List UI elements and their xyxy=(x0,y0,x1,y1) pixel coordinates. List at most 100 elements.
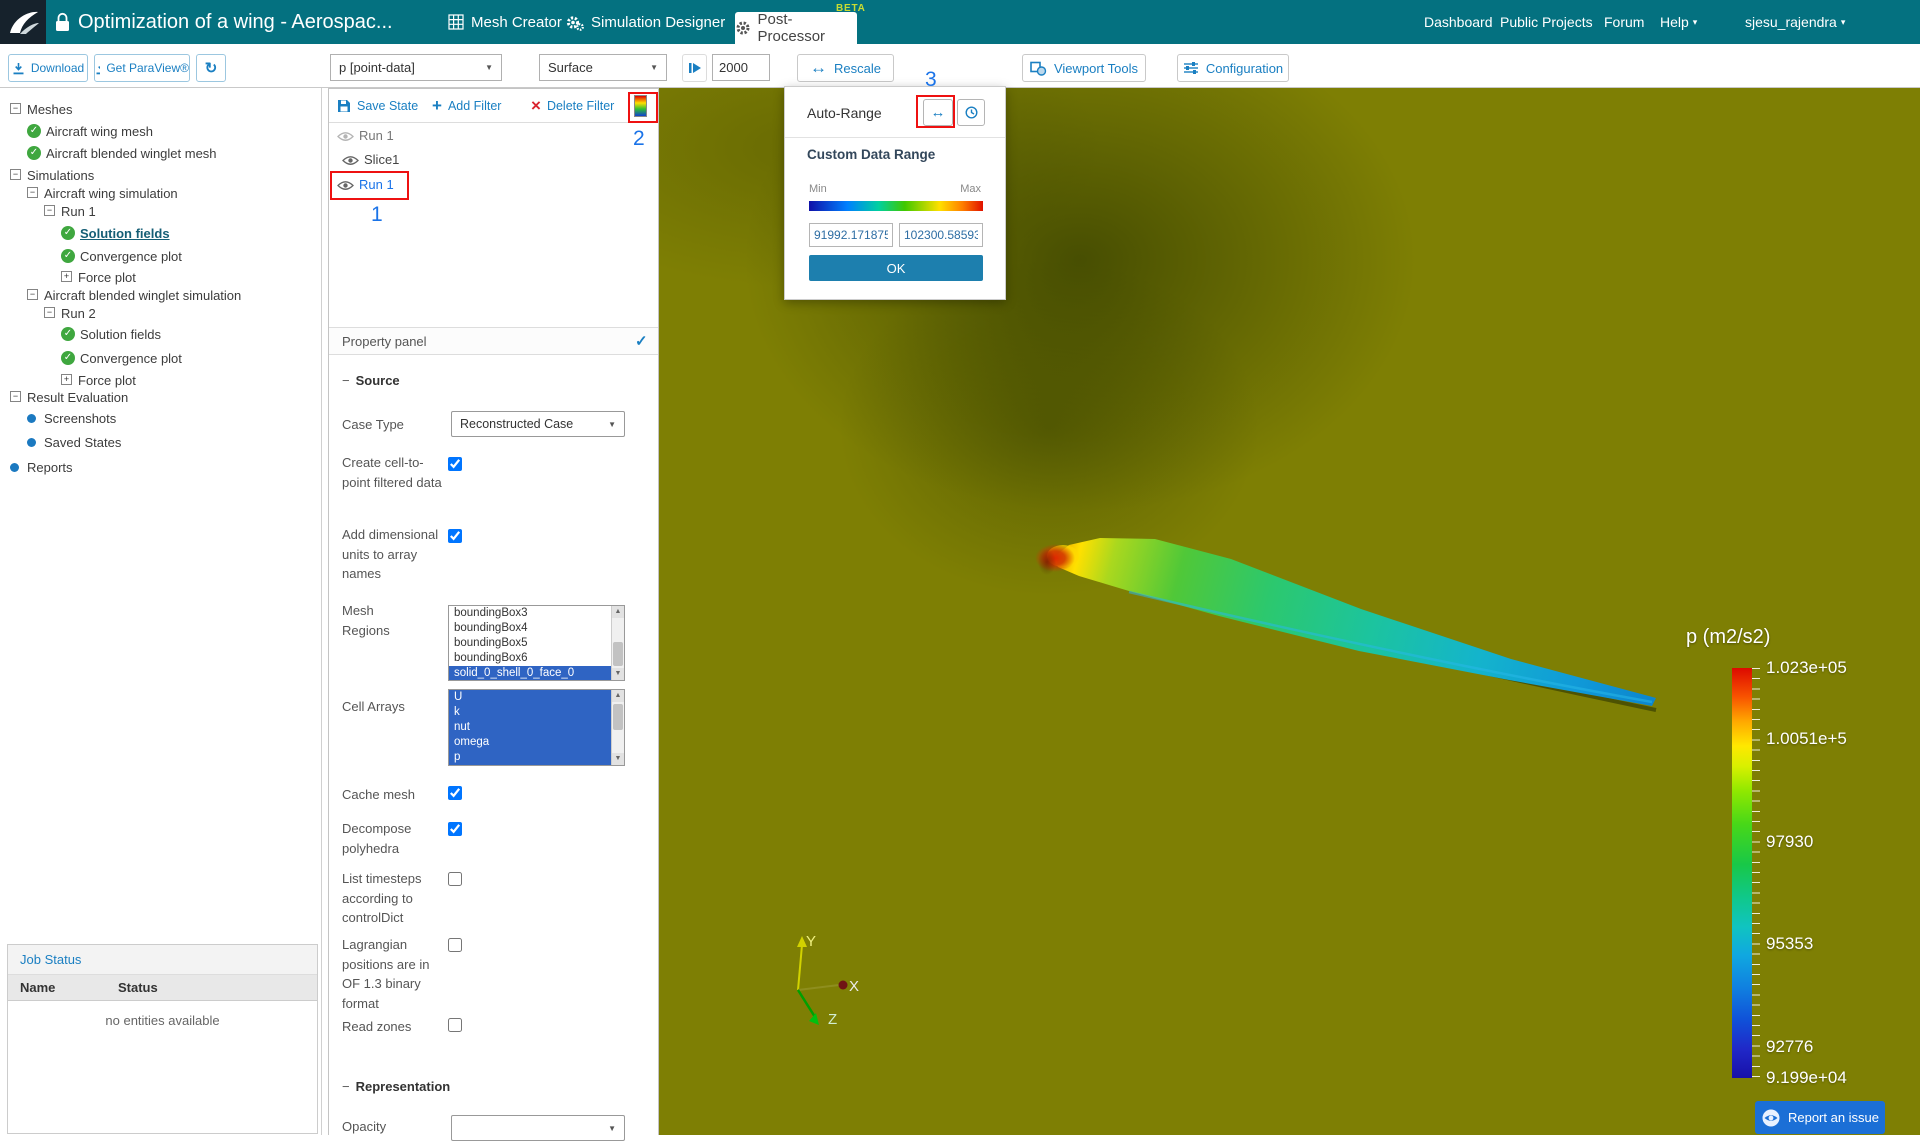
pipeline-item-label[interactable]: Run 1 xyxy=(359,177,394,192)
scroll-down-icon[interactable]: ▼ xyxy=(612,753,624,765)
list-item-selected[interactable]: p xyxy=(449,750,624,765)
nav-dashboard[interactable]: Dashboard xyxy=(1424,0,1493,44)
list-item-selected[interactable]: solid_0_shell_0_face_0 xyxy=(449,666,624,680)
sidebar-item-result-evaluation[interactable]: Result Evaluation xyxy=(27,390,128,405)
sidebar-item-saved-states[interactable]: Saved States xyxy=(44,435,121,450)
sidebar-item-meshes[interactable]: Meshes xyxy=(27,102,73,117)
app-logo[interactable] xyxy=(0,0,46,44)
mesh-regions-listbox[interactable]: boundingBox3 boundingBox4 boundingBox5 b… xyxy=(448,605,625,681)
sidebar-item-force-plot[interactable]: Force plot xyxy=(78,270,136,285)
pipeline-item-slice1[interactable]: Slice1 xyxy=(329,149,658,171)
scroll-thumb[interactable] xyxy=(613,642,623,666)
sidebar-item-run-1[interactable]: Run 1 xyxy=(61,204,96,219)
add-filter-button[interactable]: + Add Filter xyxy=(432,89,501,123)
legend-colorbar[interactable] xyxy=(1732,668,1752,1078)
delete-filter-button[interactable]: × Delete Filter xyxy=(531,89,614,123)
scroll-up-icon[interactable]: ▲ xyxy=(612,606,624,618)
collapse-icon[interactable]: − xyxy=(27,187,38,198)
case-type-select[interactable]: Reconstructed Case ▼ xyxy=(451,411,625,437)
nav-public-projects[interactable]: Public Projects xyxy=(1500,0,1593,44)
sidebar-item-solution-fields-2[interactable]: Solution fields xyxy=(80,327,161,342)
tab-simulation-designer[interactable]: Simulation Designer xyxy=(566,0,725,44)
sidebar-item-run-2[interactable]: Run 2 xyxy=(61,306,96,321)
collapse-icon[interactable]: − xyxy=(44,307,55,318)
frame-input[interactable] xyxy=(712,54,770,81)
pipeline-item-label[interactable]: Run 1 xyxy=(359,128,394,143)
list-item-selected[interactable]: omega xyxy=(449,735,624,750)
pipeline-item-label[interactable]: Slice1 xyxy=(364,152,399,167)
auto-range-button[interactable]: ↔ xyxy=(923,99,953,126)
scroll-up-icon[interactable]: ▲ xyxy=(612,690,624,702)
list-item-selected[interactable]: k xyxy=(449,705,624,720)
sidebar-item-aircraft-wing-mesh[interactable]: Aircraft wing mesh xyxy=(46,124,153,139)
colormap-editor-button[interactable] xyxy=(634,95,647,117)
divider xyxy=(785,137,1005,138)
scrollbar[interactable]: ▲ ▼ xyxy=(611,606,624,680)
get-paraview-button[interactable]: Get ParaView® xyxy=(94,54,190,82)
section-source-label: Source xyxy=(355,373,400,388)
representation-select[interactable]: Surface ▼ xyxy=(539,54,667,81)
cell-arrays-listbox[interactable]: U k nut omega p ▲ ▼ xyxy=(448,689,625,766)
expand-icon[interactable]: + xyxy=(61,271,72,282)
refresh-button[interactable]: ↻ xyxy=(196,54,226,82)
report-an-issue-button[interactable]: Report an issue xyxy=(1755,1101,1885,1134)
step-forward-button[interactable] xyxy=(682,54,707,82)
expand-icon[interactable]: + xyxy=(61,374,72,385)
ok-button[interactable]: OK xyxy=(809,255,983,281)
section-representation[interactable]: − Representation xyxy=(342,1079,450,1094)
scroll-down-icon[interactable]: ▼ xyxy=(612,668,624,680)
list-timesteps-checkbox[interactable] xyxy=(448,872,462,886)
sidebar-item-aircraft-blended-winglet-simulation[interactable]: Aircraft blended winglet simulation xyxy=(44,288,241,303)
tab-mesh-creator[interactable]: Mesh Creator xyxy=(448,0,562,44)
cell-to-point-checkbox[interactable] xyxy=(448,457,462,471)
pipeline-item-run1-hidden[interactable]: Run 1 xyxy=(329,125,658,147)
save-state-button[interactable]: Save State xyxy=(337,89,418,123)
range-min-input[interactable] xyxy=(809,223,893,247)
scroll-thumb[interactable] xyxy=(613,704,623,730)
list-item[interactable]: boundingBox4 xyxy=(449,621,624,636)
sidebar-item-aircraft-blended-winglet-mesh[interactable]: Aircraft blended winglet mesh xyxy=(46,146,217,161)
list-item-selected[interactable]: U xyxy=(449,690,624,705)
nav-user-menu[interactable]: sjesu_rajendra ▾ xyxy=(1745,0,1845,44)
download-button[interactable]: Download xyxy=(8,54,88,82)
visibility-eye-icon[interactable] xyxy=(337,131,354,142)
scrollbar[interactable]: ▲ ▼ xyxy=(611,690,624,765)
field-select[interactable]: p [point-data] ▼ xyxy=(330,54,502,81)
viewport-tools-button[interactable]: Viewport Tools xyxy=(1022,54,1146,82)
sidebar-item-reports[interactable]: Reports xyxy=(27,460,73,475)
nav-help[interactable]: Help ▾ xyxy=(1660,0,1697,44)
collapse-icon[interactable]: − xyxy=(27,289,38,300)
range-max-input[interactable] xyxy=(899,223,983,247)
visibility-eye-icon[interactable] xyxy=(337,180,354,191)
sidebar-item-convergence-plot-2[interactable]: Convergence plot xyxy=(80,351,182,366)
apply-check-icon[interactable]: ✓ xyxy=(635,332,648,350)
nav-forum[interactable]: Forum xyxy=(1604,0,1644,44)
list-item[interactable]: boundingBox3 xyxy=(449,606,624,621)
tab-post-processor[interactable]: Post-Processor xyxy=(735,11,857,45)
decompose-checkbox[interactable] xyxy=(448,822,462,836)
sidebar-item-screenshots[interactable]: Screenshots xyxy=(44,411,116,426)
configuration-button[interactable]: Configuration xyxy=(1177,54,1289,82)
sidebar-item-simulations[interactable]: Simulations xyxy=(27,168,94,183)
sidebar-item-aircraft-wing-simulation[interactable]: Aircraft wing simulation xyxy=(44,186,178,201)
cache-mesh-checkbox[interactable] xyxy=(448,786,462,800)
collapse-icon[interactable]: − xyxy=(10,103,21,114)
sidebar-item-solution-fields[interactable]: Solution fields xyxy=(80,226,170,241)
visibility-eye-icon[interactable] xyxy=(342,155,359,166)
list-item-selected[interactable]: nut xyxy=(449,720,624,735)
read-zones-checkbox[interactable] xyxy=(448,1018,462,1032)
auto-range-over-time-button[interactable] xyxy=(957,99,985,126)
collapse-icon[interactable]: − xyxy=(10,169,21,180)
add-units-checkbox[interactable] xyxy=(448,529,462,543)
pipeline-item-run1-selected[interactable]: Run 1 xyxy=(329,174,658,196)
list-item[interactable]: boundingBox6 xyxy=(449,651,624,666)
sidebar-item-convergence-plot[interactable]: Convergence plot xyxy=(80,249,182,264)
opacity-input[interactable]: ▼ xyxy=(451,1115,625,1141)
rescale-button[interactable]: ↔ Rescale xyxy=(797,54,894,82)
sidebar-item-force-plot-2[interactable]: Force plot xyxy=(78,373,136,388)
list-item[interactable]: boundingBox5 xyxy=(449,636,624,651)
collapse-icon[interactable]: − xyxy=(10,391,21,402)
section-source[interactable]: − Source xyxy=(342,373,400,388)
lagrangian-checkbox[interactable] xyxy=(448,938,462,952)
collapse-icon[interactable]: − xyxy=(44,205,55,216)
